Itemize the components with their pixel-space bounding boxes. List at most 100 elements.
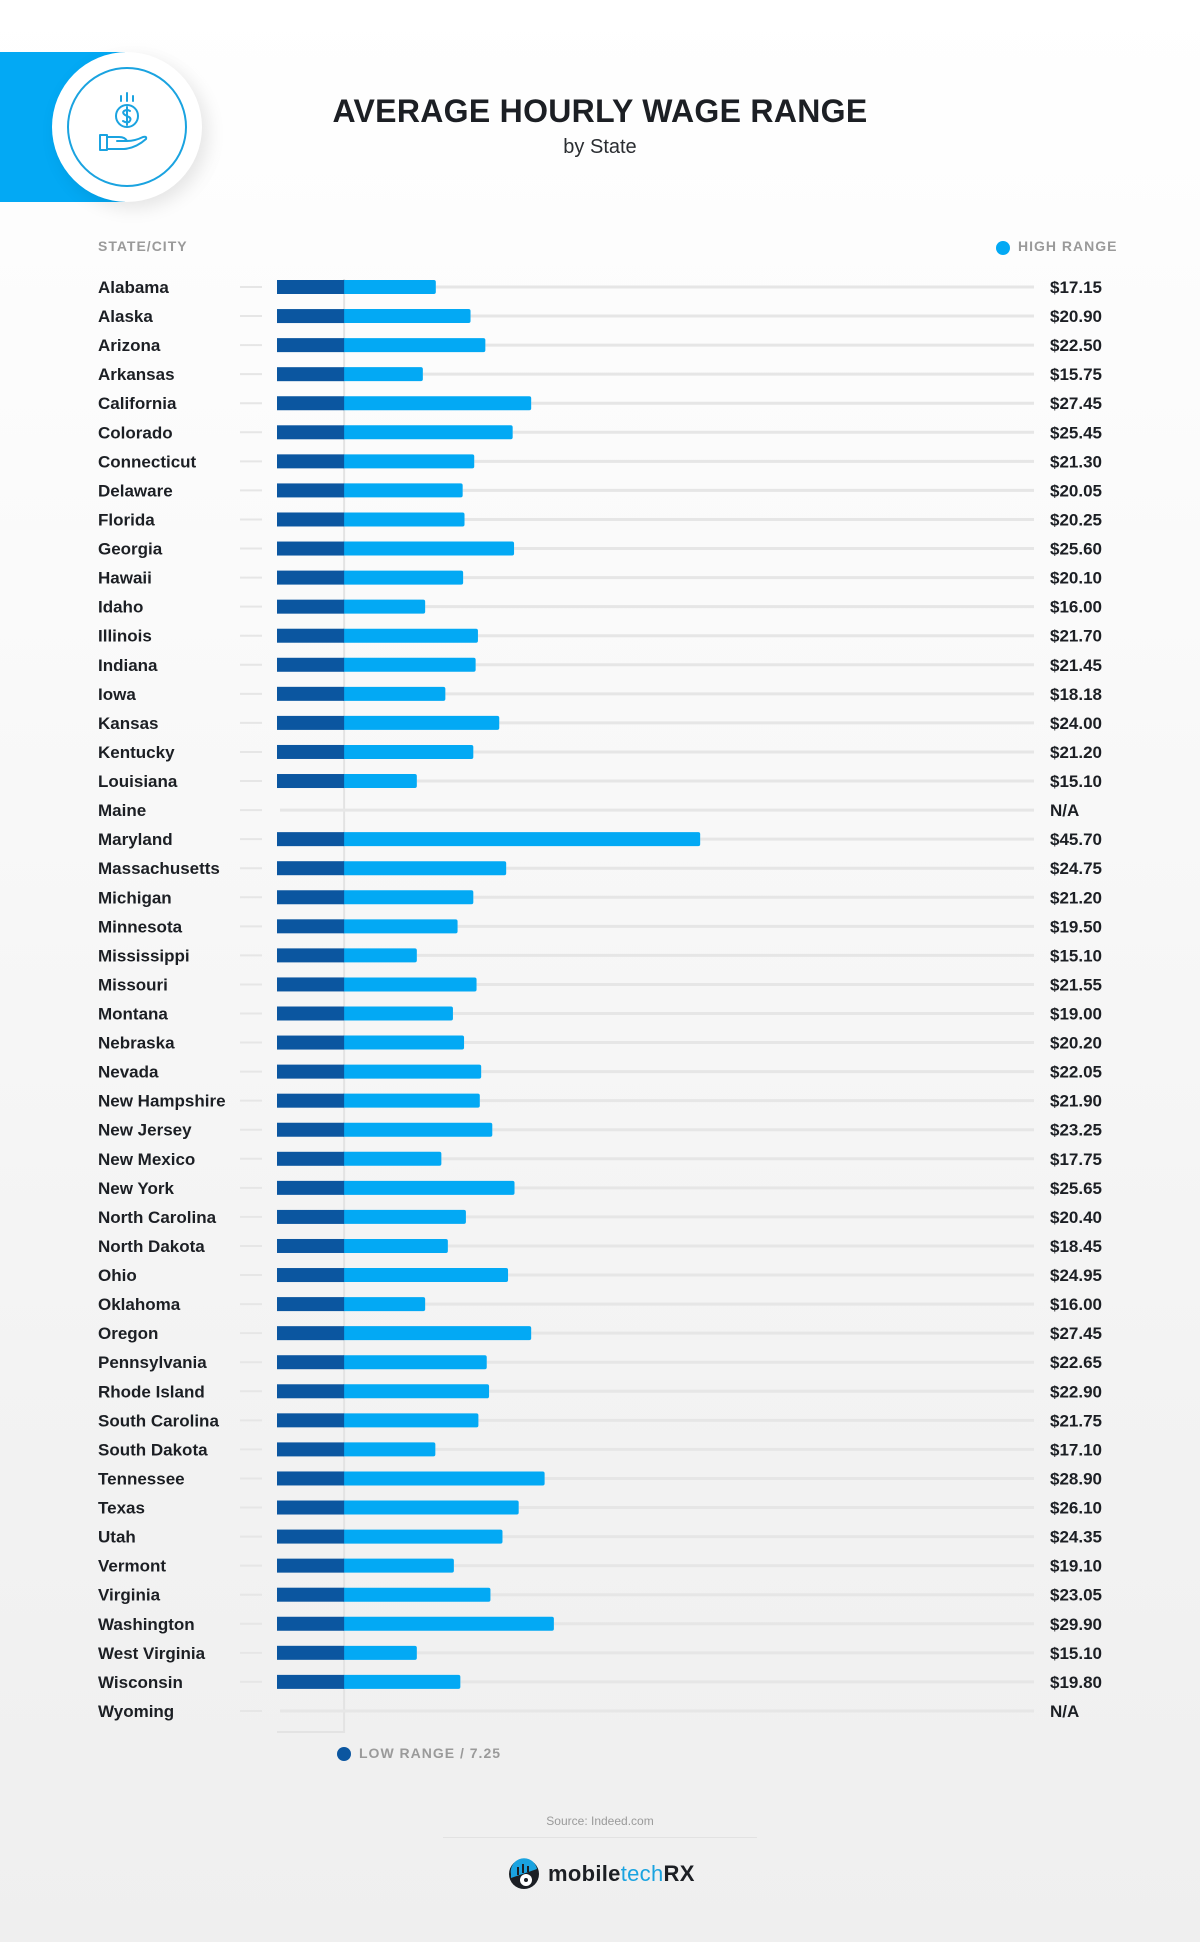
state-label: Maine [98, 801, 146, 820]
high-range-bar [342, 367, 423, 382]
state-label: Illinois [98, 627, 152, 646]
state-label: Iowa [98, 685, 136, 704]
value-label: $18.45 [1050, 1237, 1102, 1256]
high-range-bar [342, 744, 474, 759]
state-label: Indiana [98, 656, 158, 675]
value-label: $23.05 [1050, 1586, 1102, 1605]
state-label: New Hampshire [98, 1092, 226, 1111]
value-label: $21.30 [1050, 452, 1102, 471]
low-range-bar [277, 1209, 345, 1224]
value-label: $24.00 [1050, 714, 1102, 733]
high-range-bar [342, 1151, 442, 1166]
low-range-bar [277, 1616, 345, 1631]
value-label: $27.45 [1050, 1324, 1102, 1343]
value-label: $22.65 [1050, 1353, 1102, 1372]
bar-chart: Alabama $17.15 Alaska $20.90 Arizona $22.50 Ar… [98, 278, 1102, 1733]
value-label: $21.20 [1050, 743, 1102, 762]
high-range-bar [342, 948, 417, 963]
value-label: $20.25 [1050, 510, 1102, 529]
state-label: Kansas [98, 714, 158, 733]
high-range-bar [342, 1529, 503, 1544]
state-label: Rhode Island [98, 1382, 205, 1401]
state-label: Nebraska [98, 1034, 175, 1053]
high-range-bar [342, 1006, 453, 1021]
high-range-bar [342, 599, 426, 614]
high-range-bar [342, 890, 474, 905]
state-label: Washington [98, 1615, 195, 1634]
high-range-bar [342, 1413, 479, 1428]
low-range-bar [277, 1471, 345, 1486]
low-range-legend-label: LOW RANGE / 7.25 [359, 1745, 502, 1761]
source-note: Source: Indeed.com [546, 1814, 654, 1828]
high-range-bar [342, 541, 515, 556]
low-range-bar [277, 599, 345, 614]
state-label: Wisconsin [98, 1673, 183, 1692]
value-label: $28.90 [1050, 1469, 1102, 1488]
state-label: New Jersey [98, 1121, 192, 1140]
value-label: $20.10 [1050, 569, 1102, 588]
high-range-bar [342, 1558, 454, 1573]
low-range-bar [277, 483, 345, 498]
low-range-bar [277, 338, 345, 353]
high-range-bar [342, 977, 477, 992]
high-range-bar [342, 1238, 448, 1253]
low-range-bar [277, 774, 345, 789]
low-range-bar [277, 1355, 345, 1370]
value-label: $25.65 [1050, 1179, 1102, 1198]
high-range-bar [342, 1122, 493, 1137]
low-range-bar [277, 948, 345, 963]
low-range-bar [277, 1558, 345, 1573]
state-label: North Dakota [98, 1237, 205, 1256]
value-label: $22.05 [1050, 1063, 1102, 1082]
high-range-bar [342, 1587, 491, 1602]
state-label: Wyoming [98, 1702, 174, 1721]
state-label: Tennessee [98, 1469, 185, 1488]
value-label: $20.05 [1050, 481, 1102, 500]
high-range-bar [342, 309, 471, 324]
value-label: N/A [1050, 1702, 1079, 1721]
state-label: Ohio [98, 1266, 137, 1285]
state-label: Connecticut [98, 452, 197, 471]
value-label: $15.10 [1050, 772, 1102, 791]
low-range-bar [277, 977, 345, 992]
value-label: $24.75 [1050, 859, 1102, 878]
value-label: $21.55 [1050, 975, 1102, 994]
state-label: Arizona [98, 336, 161, 355]
low-range-bar [277, 280, 345, 294]
low-range-bar [277, 890, 345, 905]
low-range-bar [277, 309, 345, 324]
low-range-legend: LOW RANGE / 7.25 [337, 1745, 502, 1762]
low-range-bar [277, 1500, 345, 1515]
high-range-bar [342, 280, 436, 294]
state-label: Delaware [98, 481, 173, 500]
low-range-bar [277, 1035, 345, 1050]
low-range-bar [277, 1006, 345, 1021]
low-range-bar [277, 715, 345, 730]
state-label: Mississippi [98, 946, 190, 965]
state-label: Vermont [98, 1557, 166, 1576]
state-label: Nevada [98, 1063, 159, 1082]
high-range-bar [342, 1035, 465, 1050]
low-range-bar [277, 686, 345, 701]
value-label: $19.00 [1050, 1005, 1102, 1024]
value-label: $20.90 [1050, 307, 1102, 326]
state-label: Georgia [98, 540, 163, 559]
state-label: Maryland [98, 830, 173, 849]
state-label: Massachusetts [98, 859, 220, 878]
state-label: Michigan [98, 888, 172, 907]
low-range-bar [277, 744, 345, 759]
low-range-bar [277, 657, 345, 672]
state-label: New Mexico [98, 1150, 195, 1169]
state-label: North Carolina [98, 1208, 217, 1227]
low-range-bar [277, 1151, 345, 1166]
value-label: $26.10 [1050, 1499, 1102, 1518]
low-range-bar [277, 1122, 345, 1137]
state-label: Pennsylvania [98, 1353, 207, 1372]
value-label: $45.70 [1050, 830, 1102, 849]
value-label: $22.90 [1050, 1382, 1102, 1401]
value-label: N/A [1050, 801, 1079, 820]
low-range-bar [277, 1064, 345, 1079]
high-range-bar [342, 1180, 515, 1195]
state-label: Minnesota [98, 917, 183, 936]
value-label: $23.25 [1050, 1121, 1102, 1140]
